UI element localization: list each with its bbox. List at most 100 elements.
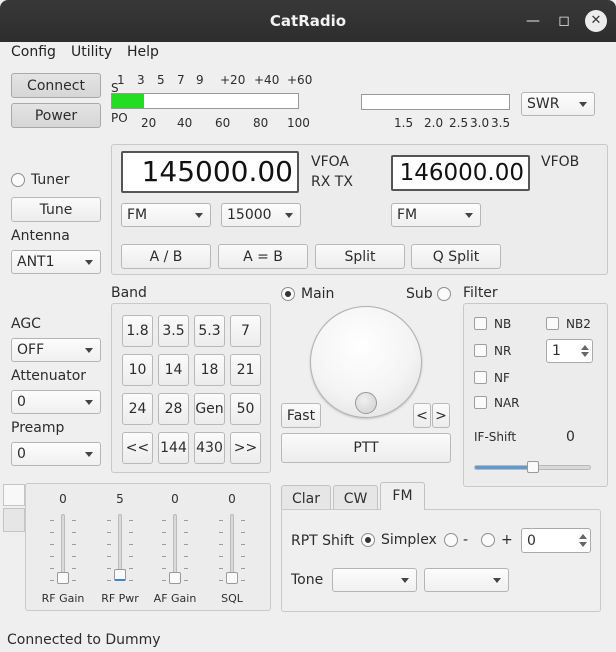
band-button-1-8[interactable]: 1.8 — [122, 315, 153, 347]
power-button[interactable]: Power — [11, 103, 101, 128]
slider-tick — [50, 544, 54, 545]
band-button-10[interactable]: 10 — [122, 354, 153, 386]
main-radio[interactable] — [281, 287, 295, 301]
menu-utility[interactable]: Utility — [71, 44, 112, 60]
af-gain-value: 0 — [171, 492, 179, 506]
af-gain-slider[interactable] — [173, 514, 177, 580]
band-button-18[interactable]: 18 — [194, 354, 225, 386]
nr-level-stepper[interactable]: 1 — [546, 339, 593, 363]
step-up-button[interactable]: > — [432, 403, 450, 428]
tone-value-select[interactable] — [424, 568, 509, 592]
sql-slider-handle[interactable] — [226, 572, 238, 584]
slider-tick — [184, 532, 188, 533]
minus-shift-radio[interactable] — [444, 533, 458, 547]
ptt-button[interactable]: PTT — [281, 433, 451, 463]
mode-a-select[interactable]: FM — [121, 203, 211, 227]
preamp-select[interactable]: 0 — [11, 442, 101, 466]
split-button[interactable]: Split — [315, 244, 405, 269]
tab-cw[interactable]: CW — [333, 485, 378, 510]
s-scale-tick: 7 — [177, 73, 185, 87]
band-button-24[interactable]: 24 — [122, 393, 153, 425]
s-meter-fill — [112, 94, 144, 108]
bandwidth-select[interactable]: 15000 — [221, 203, 301, 227]
attenuator-select[interactable]: 0 — [11, 390, 101, 414]
spin-down-icon[interactable] — [581, 352, 589, 357]
tuner-radio[interactable] — [11, 173, 25, 187]
slider-tick — [241, 544, 245, 545]
sql-slider[interactable] — [230, 514, 234, 580]
a-equals-b-button[interactable]: A = B — [218, 244, 308, 269]
tuning-knob[interactable] — [310, 306, 422, 418]
vfob-frequency[interactable]: 146000.00 — [391, 155, 530, 191]
offset-stepper[interactable]: 0 — [521, 528, 591, 553]
slider-tick — [129, 568, 133, 569]
agc-select[interactable]: OFF — [11, 338, 101, 362]
nar-checkbox[interactable] — [474, 396, 487, 409]
side-tab-top[interactable] — [3, 484, 25, 506]
band-button-gen[interactable]: Gen — [194, 393, 225, 425]
meter-select[interactable]: SWR — [521, 92, 595, 116]
tone-type-select[interactable] — [332, 568, 417, 592]
side-tab-bottom[interactable] — [3, 508, 25, 532]
fast-button[interactable]: Fast — [281, 403, 321, 428]
slider-tick — [162, 556, 166, 557]
attenuator-label: Attenuator — [11, 368, 87, 384]
menu-bar: Config Utility Help — [0, 42, 616, 64]
rf-pwr-value: 5 — [116, 492, 124, 506]
preamp-value: 0 — [17, 446, 26, 462]
fm-tab-panel — [281, 509, 601, 612]
po-scale-tick: 20 — [141, 116, 157, 130]
rf-pwr-label: RF Pwr — [101, 592, 139, 605]
band-button-3-5[interactable]: 3.5 — [158, 315, 189, 347]
s-meter-bar — [111, 93, 299, 109]
spin-up-icon[interactable] — [579, 534, 587, 539]
plus-shift-radio[interactable] — [481, 533, 495, 547]
rf-gain-slider-handle[interactable] — [57, 572, 69, 584]
slider-tick — [107, 544, 111, 545]
band-button-7[interactable]: 7 — [230, 315, 261, 347]
sub-radio[interactable] — [437, 287, 451, 301]
nr-checkbox[interactable] — [474, 344, 487, 357]
nb2-checkbox[interactable] — [546, 317, 559, 330]
band-button-430[interactable]: 430 — [194, 432, 225, 464]
band-button-14[interactable]: 14 — [158, 354, 189, 386]
tune-button[interactable]: Tune — [11, 197, 101, 222]
menu-config[interactable]: Config — [11, 44, 56, 60]
spin-up-icon[interactable] — [581, 345, 589, 350]
chevron-down-icon — [493, 578, 501, 583]
slider-tick — [72, 556, 76, 557]
nb-checkbox[interactable] — [474, 317, 487, 330]
band-button-band-down[interactable]: << — [122, 432, 153, 464]
slider-tick — [241, 532, 245, 533]
close-icon[interactable]: ✕ — [585, 10, 607, 32]
slider-tick — [107, 556, 111, 557]
band-button-band-up[interactable]: >> — [230, 432, 261, 464]
antenna-select[interactable]: ANT1 — [11, 250, 101, 274]
connect-button[interactable]: Connect — [11, 73, 101, 98]
band-button-28[interactable]: 28 — [158, 393, 189, 425]
tab-fm[interactable]: FM — [380, 482, 425, 510]
rf-pwr-slider-handle[interactable] — [114, 569, 126, 582]
vfoa-frequency[interactable]: 145000.00 — [121, 151, 299, 193]
ifshift-slider-handle[interactable] — [526, 461, 539, 473]
q-split-button[interactable]: Q Split — [411, 244, 501, 269]
minimize-icon[interactable]: — — [522, 10, 544, 32]
maximize-icon[interactable]: ◻ — [553, 10, 575, 32]
band-button-5-3[interactable]: 5.3 — [194, 315, 225, 347]
menu-help[interactable]: Help — [127, 44, 159, 60]
slider-tick — [162, 520, 166, 521]
nf-checkbox[interactable] — [474, 371, 487, 384]
af-gain-slider-handle[interactable] — [169, 572, 181, 584]
spin-down-icon[interactable] — [579, 542, 587, 547]
chevron-down-icon — [465, 213, 473, 218]
ifshift-slider[interactable] — [474, 461, 591, 473]
band-button-50[interactable]: 50 — [230, 393, 261, 425]
band-button-144[interactable]: 144 — [158, 432, 189, 464]
a-swap-b-button[interactable]: A / B — [121, 244, 211, 269]
rf-gain-slider[interactable] — [61, 514, 65, 580]
tab-clar[interactable]: Clar — [281, 485, 331, 510]
mode-b-select[interactable]: FM — [391, 203, 481, 227]
step-down-button[interactable]: < — [413, 403, 431, 428]
band-button-21[interactable]: 21 — [230, 354, 261, 386]
simplex-radio[interactable] — [361, 533, 375, 547]
